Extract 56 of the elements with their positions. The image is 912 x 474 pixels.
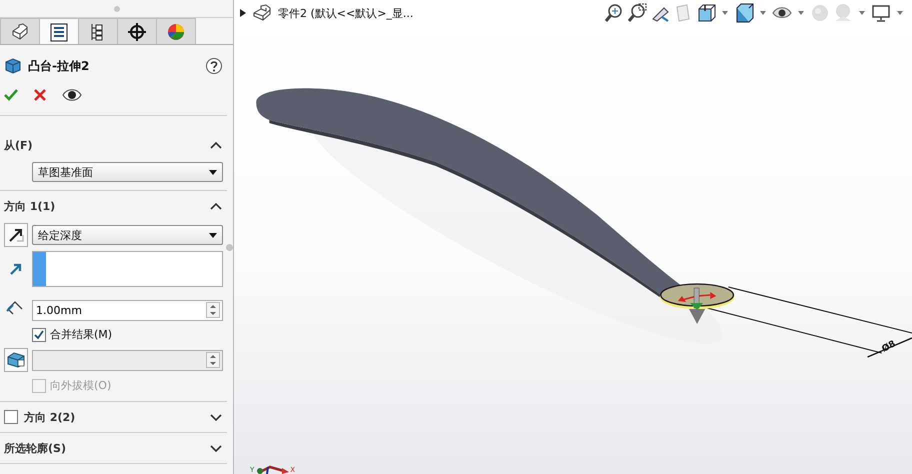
help-icon[interactable] — [205, 57, 223, 75]
crosshair-icon — [126, 22, 148, 42]
selection-highlight — [33, 252, 46, 286]
zoom-area-icon[interactable] — [627, 3, 647, 23]
spin-arrows-icon[interactable] — [206, 302, 220, 318]
caret-icon — [209, 170, 217, 174]
panel-resize-handle[interactable] — [226, 244, 233, 251]
part-breadcrumb[interactable]: 零件2 (默认<<默认>_显... — [278, 6, 414, 20]
eye-icon[interactable] — [62, 88, 82, 102]
expand-chevron-icon[interactable] — [209, 442, 223, 454]
block-icon — [6, 351, 26, 369]
axis-triad-drawing — [254, 464, 290, 474]
monitor-icon[interactable] — [871, 3, 891, 23]
collapse-chevron-icon[interactable] — [209, 140, 223, 150]
dropdown[interactable]: 草图基准面 — [32, 162, 223, 182]
display-style-icon[interactable] — [734, 3, 754, 23]
collapse-chevron-icon[interactable] — [209, 200, 223, 212]
dropdown[interactable]: 给定深度 — [32, 225, 223, 245]
caret-icon[interactable] — [798, 11, 804, 15]
checkbox-label: 向外拔模(O) — [50, 378, 112, 393]
panel-tab[interactable] — [39, 18, 79, 44]
caret-icon[interactable] — [722, 11, 728, 15]
caret-icon[interactable] — [859, 11, 865, 15]
cancel-x-icon[interactable] — [34, 89, 46, 101]
diagonal-arrow-icon — [7, 226, 25, 244]
depth-field[interactable] — [32, 350, 223, 370]
color-wheel-icon — [165, 22, 187, 42]
draft-button[interactable] — [4, 348, 28, 372]
spin-arrows-icon[interactable] — [206, 352, 220, 368]
section-title[interactable]: 方向 1(1) — [4, 198, 203, 214]
expand-arrow-icon[interactable] — [240, 9, 246, 17]
part-icon[interactable] — [252, 4, 272, 22]
section-title[interactable]: 所选轮廓(S) — [4, 440, 203, 456]
property-list-icon — [48, 22, 70, 42]
grip-handle[interactable] — [114, 6, 120, 12]
checkbox[interactable] — [4, 410, 18, 424]
expand-chevron-icon[interactable] — [209, 412, 223, 422]
cube-icon — [4, 57, 22, 75]
magnifier-icon[interactable] — [604, 3, 624, 23]
caret-icon[interactable] — [760, 11, 766, 15]
reverse-direction-button[interactable] — [4, 223, 28, 247]
ok-check-icon[interactable] — [4, 88, 18, 102]
caret-icon — [209, 232, 217, 238]
checkbox-label: 合并结果(M) — [50, 327, 112, 342]
section-title[interactable]: 从(F) — [4, 138, 203, 152]
section-title[interactable]: 方向 2(2) — [24, 410, 203, 424]
panel-tab[interactable] — [117, 18, 157, 44]
caret-icon[interactable] — [897, 11, 903, 15]
panel-tab[interactable] — [0, 18, 40, 44]
panel-tab[interactable] — [78, 18, 118, 44]
arrow-icon — [9, 262, 23, 276]
drag-arrows-drawing[interactable] — [678, 288, 716, 324]
checkbox[interactable] — [32, 328, 46, 342]
depth-field[interactable]: 1.00mm — [32, 300, 223, 320]
feature-title: 凸台-拉伸2 — [28, 58, 90, 74]
view-orientation-icon[interactable] — [696, 3, 716, 23]
